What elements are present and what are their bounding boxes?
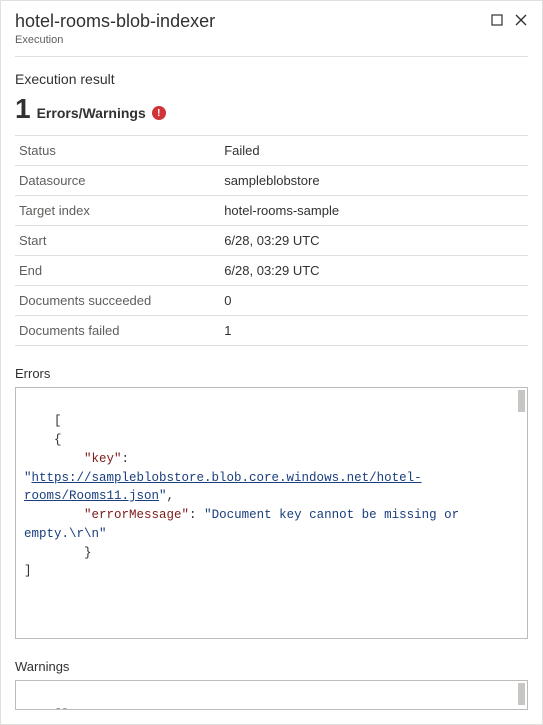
detail-key: Documents succeeded (15, 285, 220, 315)
errors-heading: Errors (15, 366, 528, 381)
table-row: Documents succeeded0 (15, 285, 528, 315)
detail-key: Datasource (15, 165, 220, 195)
json-bracket: [ (54, 414, 62, 428)
error-badge-icon: ! (152, 106, 166, 120)
json-bracket: ] (24, 564, 32, 578)
detail-key: Status (15, 135, 220, 165)
error-count: 1 (15, 93, 31, 125)
detail-value: hotel-rooms-sample (220, 195, 528, 225)
detail-key: Start (15, 225, 220, 255)
execution-panel: hotel-rooms-blob-indexer Execution Execu… (0, 0, 543, 725)
warnings-box[interactable]: [] (15, 680, 528, 710)
table-row: Documents failed1 (15, 315, 528, 345)
errors-box[interactable]: [ { "key": "https://sampleblobstore.blob… (15, 387, 528, 640)
warnings-body: [] (54, 708, 69, 710)
warnings-heading: Warnings (15, 659, 528, 674)
detail-key: End (15, 255, 220, 285)
error-count-label: Errors/Warnings (37, 105, 146, 121)
json-key-key: "key" (84, 452, 122, 466)
detail-value: sampleblobstore (220, 165, 528, 195)
error-key-link[interactable]: https://sampleblobstore.blob.core.window… (24, 471, 422, 504)
error-count-row: 1 Errors/Warnings ! (15, 93, 528, 125)
panel-title: hotel-rooms-blob-indexer (15, 11, 215, 33)
detail-value: Failed (220, 135, 528, 165)
detail-value: 6/28, 03:29 UTC (220, 255, 528, 285)
scrollbar-thumb[interactable] (518, 390, 525, 412)
json-brace: } (24, 546, 92, 560)
panel-subtitle: Execution (15, 34, 215, 46)
close-icon[interactable] (514, 13, 528, 27)
detail-value: 1 (220, 315, 528, 345)
table-row: Start6/28, 03:29 UTC (15, 225, 528, 255)
table-row: End6/28, 03:29 UTC (15, 255, 528, 285)
panel-header: hotel-rooms-blob-indexer Execution (15, 1, 528, 46)
table-row: Datasourcesampleblobstore (15, 165, 528, 195)
table-row: Target indexhotel-rooms-sample (15, 195, 528, 225)
result-heading: Execution result (15, 71, 528, 87)
table-row: StatusFailed (15, 135, 528, 165)
detail-key: Target index (15, 195, 220, 225)
title-block: hotel-rooms-blob-indexer Execution (15, 11, 215, 46)
scrollbar-thumb[interactable] (518, 683, 525, 705)
window-controls (490, 13, 528, 27)
json-brace: { (24, 433, 62, 447)
maximize-icon[interactable] (490, 13, 504, 27)
json-key-errormessage: "errorMessage" (84, 508, 189, 522)
detail-value: 6/28, 03:29 UTC (220, 225, 528, 255)
detail-key: Documents failed (15, 315, 220, 345)
details-table: StatusFailedDatasourcesampleblobstoreTar… (15, 135, 528, 346)
detail-value: 0 (220, 285, 528, 315)
divider (15, 56, 528, 57)
